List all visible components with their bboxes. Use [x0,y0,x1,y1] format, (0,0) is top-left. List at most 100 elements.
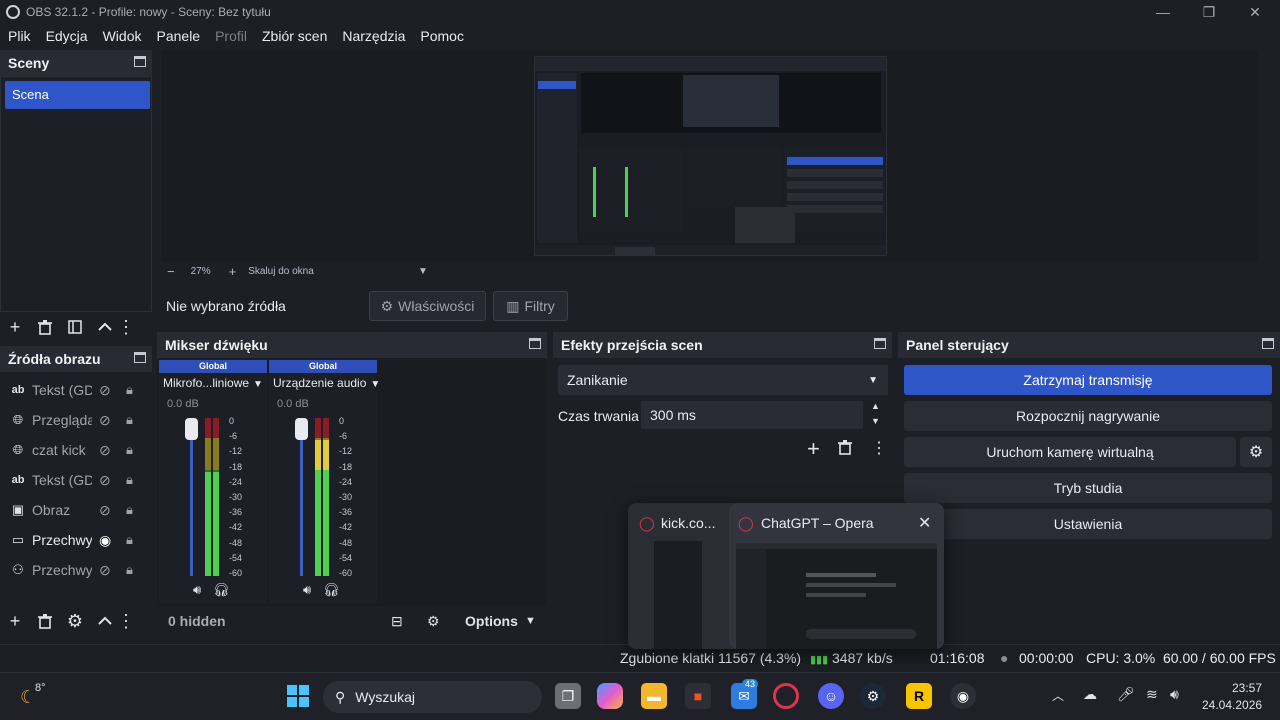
dock-float-icon[interactable] [134,56,146,67]
add-source-button[interactable]: + [0,607,30,635]
start-recording-button[interactable]: Rozpocznij nagrywanie [904,401,1272,431]
filters-button[interactable]: ▥ Filtry [493,291,568,321]
scene-filters-button[interactable] [60,313,90,341]
microphone-icon[interactable]: 🎤︎ [1117,686,1135,703]
hidden-eye-icon[interactable]: ⊘ [99,472,111,489]
speaker-icon[interactable]: 🔊︎ [193,582,201,597]
file-explorer-icon[interactable]: ▬ [641,683,667,709]
channel-name-dropdown[interactable]: Mikrofo...liniowe ▼ [163,376,263,390]
volume-fader-knob[interactable] [185,418,198,440]
start-virtual-camera-button[interactable]: Uruchom kamerę wirtualną [904,437,1236,467]
source-item[interactable]: 🌐︎ Przeglądarka ⊘ 🔒︎ [0,405,152,435]
eye-icon[interactable]: ◉ [99,532,111,549]
menu-docks[interactable]: Panele [157,28,201,44]
transition-select[interactable]: Zanikanie ▼ [558,365,888,395]
chevron-up-icon[interactable]: ︿ [1052,687,1064,704]
sources-more-icon[interactable]: ⋮ [117,607,135,635]
menu-edit[interactable]: Edycja [46,28,88,44]
remove-scene-button[interactable] [30,313,60,341]
transition-more-icon[interactable]: ⋮ [871,438,887,458]
hidden-eye-icon[interactable]: ⊘ [99,562,111,579]
stop-streaming-button[interactable]: Zatrzymaj transmisję [904,365,1272,395]
clock-date[interactable]: 24.04.2026 [1202,698,1262,712]
wifi-icon[interactable]: ≋ [1146,686,1158,703]
menu-view[interactable]: Widok [103,28,142,44]
weather-moon-icon[interactable]: ☾ [20,687,36,708]
headphones-monitor-icon[interactable]: 🎧︎ [323,582,340,597]
preview-canvas[interactable] [161,50,1259,262]
source-item[interactable]: ab Tekst (GDI+) ⊘ 🔒︎ [0,465,152,495]
volume-fader-knob[interactable] [295,418,308,440]
volume-fader-track[interactable] [300,420,303,576]
hidden-eye-icon[interactable]: ⊘ [99,412,111,429]
cloud-icon[interactable]: ☁ [1083,686,1097,703]
clock-time[interactable]: 23:57 [1232,681,1262,695]
lock-icon[interactable]: 🔒︎ [126,442,133,458]
lock-icon[interactable]: 🔒︎ [126,472,133,488]
close-button[interactable]: ✕ [1232,0,1278,24]
scenes-more-icon[interactable]: ⋮ [117,313,135,341]
add-transition-button[interactable]: + [807,436,820,462]
menu-tools[interactable]: Narzędzia [342,28,405,44]
hidden-eye-icon[interactable]: ⊘ [99,502,111,519]
thumbnail-chatgpt-card[interactable]: ◯ ChatGPT – Opera ✕ [729,503,944,649]
lock-icon[interactable]: 🔒︎ [126,412,133,428]
discord-icon[interactable]: ☺ [818,683,844,709]
channel-name-dropdown[interactable]: Urządzenie audio ▼ [273,376,380,390]
add-scene-button[interactable]: + [0,313,30,341]
source-item[interactable]: ▭ Przechwytywanie ◉ 🔒︎ [0,525,152,555]
task-view-icon[interactable]: ❐ [555,683,581,709]
menu-file[interactable]: Plik [8,28,31,44]
dock-float-icon[interactable] [529,338,541,349]
studio-mode-button[interactable]: Tryb studia [904,473,1272,503]
headphones-monitor-icon[interactable]: 🎧︎ [213,582,230,597]
options-button[interactable]: Options [465,613,518,629]
thumbnail-title-kick[interactable]: kick.co... [661,515,715,531]
rockstar-icon[interactable]: R [906,683,932,709]
close-thumbnail-icon[interactable]: ✕ [918,513,931,533]
thumbnail-kick[interactable] [654,541,702,649]
lock-icon[interactable]: 🔒︎ [126,562,133,578]
chevron-down-icon[interactable]: ▼ [418,266,428,277]
menu-help[interactable]: Pomoc [420,28,464,44]
minimize-button[interactable]: — [1140,0,1186,24]
menu-profile[interactable]: Profil [215,28,247,44]
source-item[interactable]: ⚇ Przechwytywanie gry ⊘ 🔒︎ [0,555,152,585]
virtual-camera-gear-icon[interactable]: ⚙ [1240,437,1272,467]
maximize-button[interactable]: ❐ [1186,0,1232,24]
scale-mode-select[interactable]: Skaluj do okna [248,266,314,277]
scene-item[interactable]: Scena [5,81,150,109]
zoom-in-button[interactable]: + [229,264,237,279]
copilot-icon[interactable] [597,683,623,709]
remove-transition-button[interactable] [838,440,852,458]
advanced-audio-gear-icon[interactable]: ⚙ [427,613,440,630]
move-source-up-button[interactable] [90,607,120,635]
spin-up-icon[interactable]: ▲ [871,401,880,411]
volume-fader-track[interactable] [190,420,193,576]
menu-scene-collection[interactable]: Zbiór scen [262,28,327,44]
source-item[interactable]: 🌐︎ czat kick ⊘ 🔒︎ [0,435,152,465]
lock-icon[interactable]: 🔒︎ [126,382,133,398]
opera-icon[interactable] [773,683,799,709]
windows-start-icon[interactable] [285,683,311,709]
source-properties-gear-icon[interactable]: ⚙ [60,607,90,635]
dock-float-icon[interactable] [874,338,886,349]
chevron-down-icon[interactable]: ▼ [525,615,536,627]
lock-icon[interactable]: 🔒︎ [126,532,133,548]
lock-icon[interactable]: 🔒︎ [126,502,133,518]
source-item[interactable]: ab Tekst (GDI+) ⊘ 🔒︎ [0,375,152,405]
properties-button[interactable]: ⚙ Właściwości [369,291,486,321]
volume-icon[interactable]: 🔊︎ [1170,686,1179,703]
obs-icon[interactable]: ◉ [950,683,976,709]
speaker-icon[interactable]: 🔊︎ [303,582,311,597]
hidden-eye-icon[interactable]: ⊘ [99,382,111,399]
hidden-eye-icon[interactable]: ⊘ [99,442,111,459]
source-item[interactable]: ▣ Obraz ⊘ 🔒︎ [0,495,152,525]
mixer-layout-icon[interactable]: ⊟ [391,613,403,630]
ms-store-icon[interactable]: ■ [685,683,711,709]
duration-input[interactable]: 300 ms [641,401,863,429]
settings-button[interactable]: Ustawienia [904,509,1272,539]
dock-float-icon[interactable] [134,352,146,363]
dock-float-icon[interactable] [1262,338,1274,349]
steam-icon[interactable]: ⚙ [860,683,886,709]
